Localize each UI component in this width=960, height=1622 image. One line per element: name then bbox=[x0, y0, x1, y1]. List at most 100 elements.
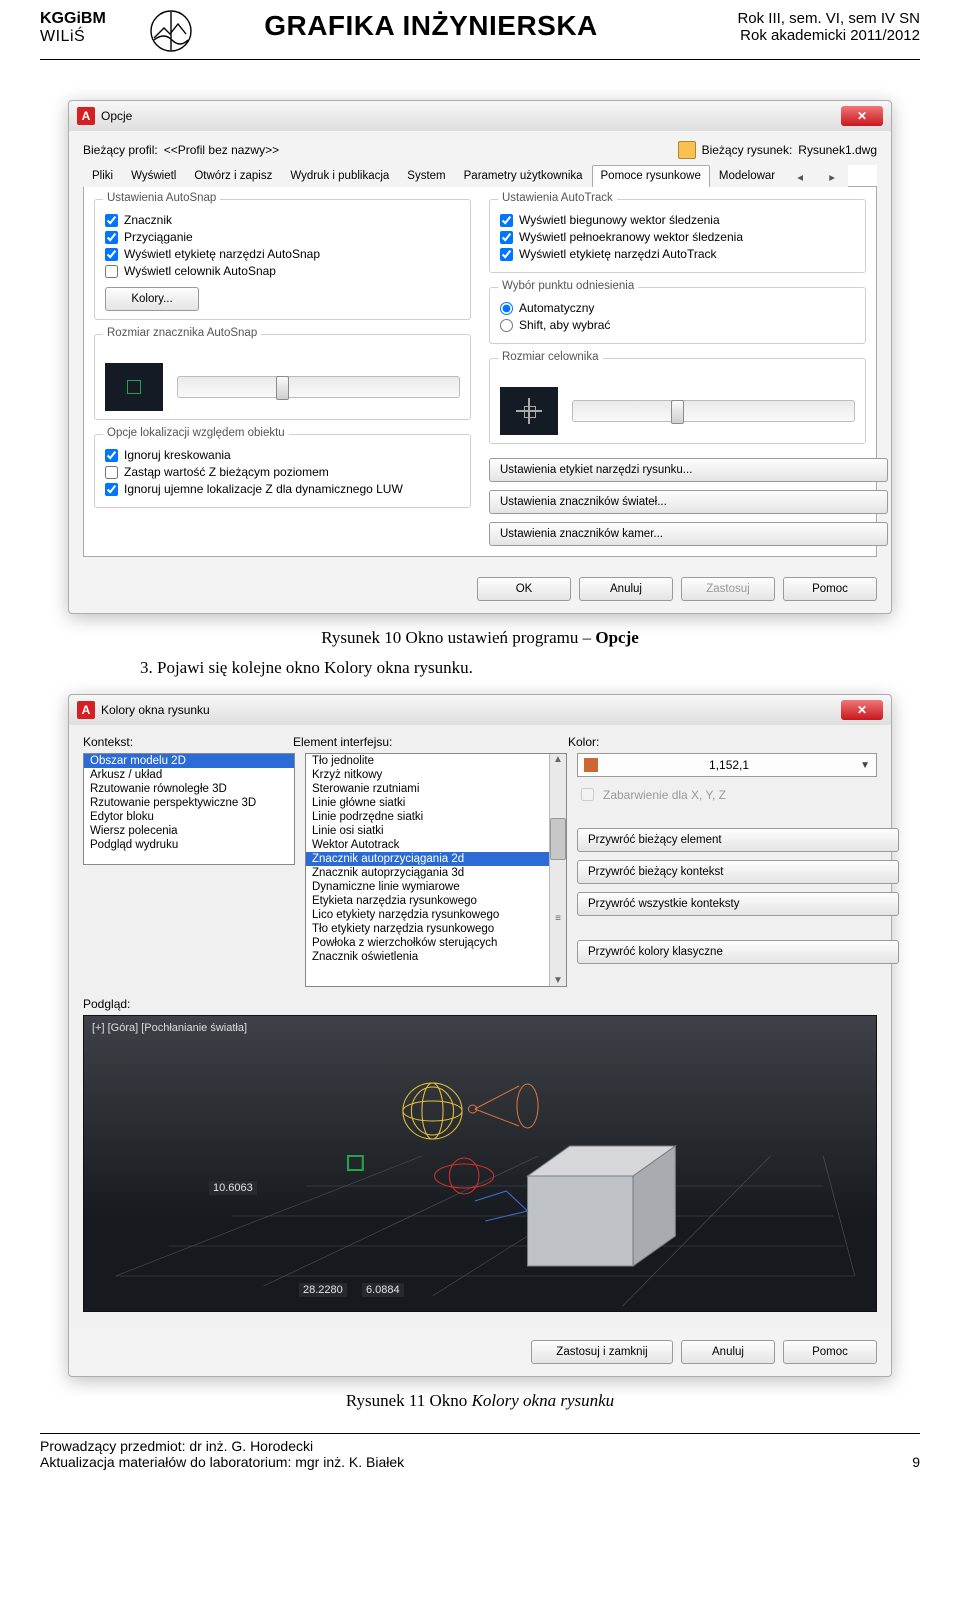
ok-button[interactable]: OK bbox=[477, 577, 571, 601]
list-item[interactable]: Sterowanie rzutniami bbox=[306, 782, 566, 796]
list-item[interactable]: Etykieta narzędzia rysunkowego bbox=[306, 894, 566, 908]
close-icon[interactable]: ✕ bbox=[841, 106, 883, 126]
kontekst-list[interactable]: Obszar modelu 2D Arkusz / układ Rzutowan… bbox=[83, 753, 295, 865]
profile-label: Bieżący profil: bbox=[83, 143, 158, 157]
hud-text: [+] [Góra] [Pochłanianie światła] bbox=[92, 1022, 247, 1034]
rad-auto[interactable]: Automatyczny bbox=[500, 301, 855, 315]
chk-etykieta-autosnap[interactable]: Wyświetl etykietę narzędzi AutoSnap bbox=[105, 247, 460, 261]
marker-slider[interactable] bbox=[177, 376, 460, 398]
grp-lok-cap: Opcje lokalizacji względem obiektu bbox=[103, 427, 289, 439]
zastosuj-button[interactable]: Zastosuj bbox=[681, 577, 775, 601]
list-item[interactable]: Arkusz / układ bbox=[84, 768, 294, 782]
drawing-label: Bieżący rysunek: bbox=[702, 143, 793, 157]
tab-modelowar[interactable]: Modelowar bbox=[710, 165, 784, 187]
body-step-3: 3. Pojawi się kolejne okno Kolory okna r… bbox=[140, 658, 850, 678]
close-icon[interactable]: ✕ bbox=[841, 700, 883, 720]
app-icon: A bbox=[77, 107, 95, 125]
kolory-title: Kolory okna rysunku bbox=[101, 703, 841, 717]
tab-pomoce[interactable]: Pomoce rysunkowe bbox=[592, 165, 710, 187]
scrollbar[interactable]: ▲≡▼ bbox=[549, 754, 566, 986]
drawing-value: Rysunek1.dwg bbox=[798, 143, 877, 157]
grp-autotrack: Ustawienia AutoTrack Wyświetl biegunowy … bbox=[489, 199, 866, 273]
list-item[interactable]: Linie osi siatki bbox=[306, 824, 566, 838]
tab-pliki[interactable]: Pliki bbox=[83, 165, 122, 187]
list-item[interactable]: Podgląd wydruku bbox=[84, 838, 294, 852]
list-item[interactable]: Znacznik autoprzyciągania 3d bbox=[306, 866, 566, 880]
header-rule bbox=[40, 59, 920, 60]
kolor-combo[interactable]: 1,152,1 ▼ bbox=[577, 753, 877, 777]
grp-punkt: Wybór punktu odniesienia Automatyczny Sh… bbox=[489, 287, 866, 344]
aperture-preview bbox=[500, 387, 558, 435]
tab-parametry[interactable]: Parametry użytkownika bbox=[455, 165, 592, 187]
grp-marker-size: Rozmiar znacznika AutoSnap bbox=[94, 334, 471, 420]
hdr-right1: Rok III, sem. VI, sem IV SN bbox=[670, 10, 920, 27]
btn-swiatel[interactable]: Ustawienia znaczników świateł... bbox=[489, 490, 888, 514]
zastosuj-zamknij-button[interactable]: Zastosuj i zamknij bbox=[531, 1340, 673, 1364]
list-item[interactable]: Linie podrzędne siatki bbox=[306, 810, 566, 824]
tab-wyswietl[interactable]: Wyświetl bbox=[122, 165, 185, 187]
anuluj-button[interactable]: Anuluj bbox=[579, 577, 673, 601]
list-item[interactable]: Obszar modelu 2D bbox=[84, 754, 294, 768]
grp-autosnap: Ustawienia AutoSnap Znacznik Przyciągani… bbox=[94, 199, 471, 320]
list-item[interactable]: Edytor bloku bbox=[84, 810, 294, 824]
pomoc-button-2[interactable]: Pomoc bbox=[783, 1340, 877, 1364]
hdr-left2: WILiŚ bbox=[40, 28, 140, 46]
list-item[interactable]: Wiersz polecenia bbox=[84, 824, 294, 838]
grp-marker-cap: Rozmiar znacznika AutoSnap bbox=[103, 327, 261, 339]
podglad-label: Podgląd: bbox=[83, 997, 877, 1011]
tint-checkbox[interactable]: Zabarwienie dla X, Y, Z bbox=[577, 785, 877, 804]
app-icon: A bbox=[77, 701, 95, 719]
caption-1: Rysunek 10 Okno ustawień programu – Opcj… bbox=[40, 628, 920, 648]
list-item[interactable]: Wektor Autotrack bbox=[306, 838, 566, 852]
grp-lok: Opcje lokalizacji względem obiektu Ignor… bbox=[94, 434, 471, 508]
btn-kolory-klasyczne[interactable]: Przywróć kolory klasyczne bbox=[577, 940, 899, 964]
list-item[interactable]: Lico etykiety narzędzia rysunkowego bbox=[306, 908, 566, 922]
chk-etykieta-autotrack[interactable]: Wyświetl etykietę narzędzi AutoTrack bbox=[500, 247, 855, 261]
chk-pelnoekran[interactable]: Wyświetl pełnoekranowy wektor śledzenia bbox=[500, 230, 855, 244]
hdr-right2: Rok akademicki 2011/2012 bbox=[670, 27, 920, 44]
tab-wydruk[interactable]: Wydruk i publikacja bbox=[281, 165, 398, 187]
dim-2b: 6.0884 bbox=[362, 1283, 404, 1297]
list-item[interactable]: Tło etykiety narzędzia rysunkowego bbox=[306, 922, 566, 936]
footer-line2: Aktualizacja materiałów do laboratorium:… bbox=[40, 1454, 404, 1470]
color-swatch-icon bbox=[584, 758, 598, 772]
grp-aperture: Rozmiar celownika bbox=[489, 358, 866, 444]
list-item[interactable]: Tło jednolite bbox=[306, 754, 566, 768]
btn-przywroc-element[interactable]: Przywróć bieżący element bbox=[577, 828, 899, 852]
tab-otworz[interactable]: Otwórz i zapisz bbox=[185, 165, 281, 187]
list-item[interactable]: Rzutowanie równoległe 3D bbox=[84, 782, 294, 796]
anuluj-button-2[interactable]: Anuluj bbox=[681, 1340, 775, 1364]
pomoc-button[interactable]: Pomoc bbox=[783, 577, 877, 601]
btn-przywroc-kontekst[interactable]: Przywróć bieżący kontekst bbox=[577, 860, 899, 884]
hdr-left1: KGGiBM bbox=[40, 10, 140, 28]
tab-nav-left-icon[interactable]: ◂ bbox=[784, 165, 816, 187]
chk-ignoruj-ujemne[interactable]: Ignoruj ujemne lokalizacje Z dla dynamic… bbox=[105, 482, 460, 496]
tab-nav-right-icon[interactable]: ▸ bbox=[816, 165, 848, 187]
tab-system[interactable]: System bbox=[398, 165, 454, 187]
rad-shift[interactable]: Shift, aby wybrać bbox=[500, 318, 855, 332]
chk-przyciaganie[interactable]: Przyciąganie bbox=[105, 230, 460, 244]
list-item[interactable]: Dynamiczne linie wymiarowe bbox=[306, 880, 566, 894]
list-item[interactable]: Linie główne siatki bbox=[306, 796, 566, 810]
chk-zastap-z[interactable]: Zastąp wartość Z bieżącym poziomem bbox=[105, 465, 460, 479]
chk-znacznik[interactable]: Znacznik bbox=[105, 213, 460, 227]
grp-punkt-cap: Wybór punktu odniesienia bbox=[498, 280, 638, 292]
aperture-slider[interactable] bbox=[572, 400, 855, 422]
list-item[interactable]: Rzutowanie perspektywiczne 3D bbox=[84, 796, 294, 810]
list-item[interactable]: Powłoka z wierzchołków sterujących bbox=[306, 936, 566, 950]
list-item[interactable]: Znacznik oświetlenia bbox=[306, 950, 566, 964]
btn-przywroc-wszystkie[interactable]: Przywróć wszystkie konteksty bbox=[577, 892, 899, 916]
chk-biegunowy[interactable]: Wyświetl biegunowy wektor śledzenia bbox=[500, 213, 855, 227]
list-item[interactable]: Znacznik autoprzyciągania 2d bbox=[306, 852, 566, 866]
list-item[interactable]: Krzyż nitkowy bbox=[306, 768, 566, 782]
opcje-tabs: Pliki Wyświetl Otwórz i zapisz Wydruk i … bbox=[83, 165, 877, 187]
chk-ignoruj-kresk[interactable]: Ignoruj kreskowania bbox=[105, 448, 460, 462]
btn-etykiet[interactable]: Ustawienia etykiet narzędzi rysunku... bbox=[489, 458, 888, 482]
kolory-button[interactable]: Kolory... bbox=[105, 287, 199, 311]
chk-celownik-autosnap[interactable]: Wyświetl celownik AutoSnap bbox=[105, 264, 460, 278]
kolory-dialog: A Kolory okna rysunku ✕ Kontekst: Elemen… bbox=[68, 694, 892, 1377]
btn-kamer[interactable]: Ustawienia znaczników kamer... bbox=[489, 522, 888, 546]
chevron-down-icon: ▼ bbox=[860, 760, 870, 771]
element-list[interactable]: Tło jednolite Krzyż nitkowy Sterowanie r… bbox=[305, 753, 567, 987]
opcje-dialog: A Opcje ✕ Bieżący profil: <<Profil bez n… bbox=[68, 100, 892, 614]
